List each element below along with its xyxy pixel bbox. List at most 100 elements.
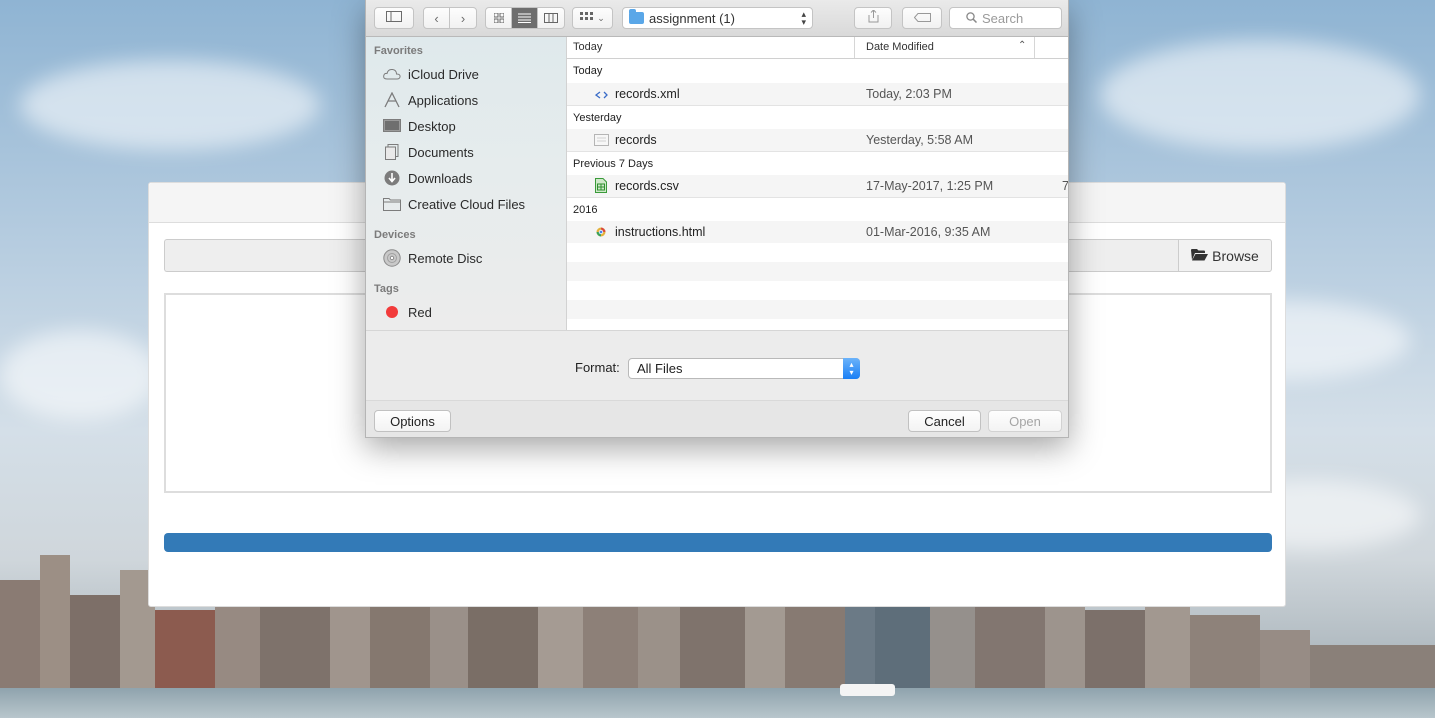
list-icon bbox=[518, 11, 531, 26]
sidebar-item-label: Documents bbox=[408, 144, 474, 160]
folder-icon bbox=[629, 9, 644, 24]
documents-icon bbox=[382, 144, 401, 160]
back-button[interactable]: ‹ bbox=[424, 8, 450, 28]
disc-icon bbox=[382, 249, 401, 267]
folder-open-icon bbox=[1191, 248, 1209, 264]
file-name: records.xml bbox=[615, 87, 680, 101]
nav-buttons: ‹ › bbox=[423, 7, 477, 29]
sidebar-item-label: Downloads bbox=[408, 170, 473, 186]
format-bar: Format: All Files ▴ ▾ bbox=[366, 330, 1068, 400]
search-icon bbox=[966, 11, 978, 26]
dialog-button-bar: Options Cancel Open bbox=[366, 400, 1068, 437]
sidebar-item-label: Creative Cloud Files bbox=[408, 196, 526, 212]
group-header: Today bbox=[567, 59, 1068, 83]
desktop-icon bbox=[382, 118, 401, 134]
sidebar-item-applications[interactable]: Applications bbox=[382, 89, 478, 111]
csv-file-icon bbox=[595, 178, 608, 193]
sidebar-item-desktop[interactable]: Desktop bbox=[382, 115, 456, 137]
file-date: 17-May-2017, 1:25 PM bbox=[866, 179, 994, 193]
cancel-button[interactable]: Cancel bbox=[908, 410, 981, 432]
group-header: Previous 7 Days bbox=[567, 151, 1068, 175]
arrange-button[interactable]: ⌄ bbox=[572, 7, 613, 29]
sidebar-item-label: iCloud Drive bbox=[408, 66, 479, 82]
file-row[interactable]: instructions.html 01-Mar-2016, 9:35 AM bbox=[567, 221, 1068, 243]
folder-icon bbox=[382, 196, 401, 212]
sidebar-item-downloads[interactable]: Downloads bbox=[382, 167, 472, 189]
river bbox=[0, 688, 1435, 718]
file-date: Yesterday, 5:58 AM bbox=[866, 133, 974, 147]
sidebar-item-label: Applications bbox=[408, 92, 479, 108]
sidebar-item-tag-red[interactable]: Red bbox=[382, 301, 432, 323]
xml-file-icon bbox=[594, 87, 608, 101]
updown-arrows-icon: ▴ ▾ bbox=[801, 9, 806, 27]
file-row[interactable]: records.xml Today, 2:03 PM bbox=[567, 83, 1068, 105]
icon-view-button[interactable] bbox=[486, 8, 512, 28]
file-name: records.csv bbox=[615, 179, 679, 193]
location-label: assignment (1) bbox=[649, 10, 735, 26]
chevron-down-icon: ⌄ bbox=[597, 12, 605, 23]
devices-header: Devices bbox=[374, 229, 416, 241]
sidebar-item-remote-disc[interactable]: Remote Disc bbox=[382, 247, 482, 269]
sidebar-icon bbox=[386, 11, 402, 25]
sidebar-item-label: Red bbox=[408, 304, 432, 320]
generic-file-icon bbox=[594, 134, 609, 148]
sidebar-toggle-button[interactable] bbox=[374, 7, 414, 29]
format-select[interactable]: All Files ▴ ▾ bbox=[628, 358, 860, 379]
list-view-button[interactable] bbox=[512, 8, 538, 28]
file-list: Today Date Modified ⌃ Today records.xml … bbox=[567, 37, 1069, 330]
format-value: All Files bbox=[637, 361, 683, 376]
forward-button[interactable]: › bbox=[450, 8, 476, 28]
html-file-icon bbox=[596, 226, 609, 240]
browse-button[interactable]: Browse bbox=[1178, 239, 1272, 272]
open-file-dialog: ‹ › ⌄ assignment (1) ▴ ▾ Search Favorite… bbox=[365, 0, 1069, 438]
column-header-date[interactable]: Date Modified bbox=[866, 41, 934, 53]
list-header: Today Date Modified ⌃ bbox=[567, 37, 1068, 59]
tags-header: Tags bbox=[374, 283, 399, 295]
options-button[interactable]: Options bbox=[374, 410, 451, 432]
sort-ascending-icon: ⌃ bbox=[1018, 40, 1027, 51]
file-row[interactable]: records Yesterday, 5:58 AM bbox=[567, 129, 1068, 151]
dialog-sidebar: Favorites iCloud Drive Applications Desk… bbox=[366, 37, 567, 330]
grid-icon bbox=[493, 11, 504, 26]
open-button[interactable]: Open bbox=[988, 410, 1062, 432]
search-field[interactable]: Search bbox=[949, 7, 1062, 29]
empty-row bbox=[567, 243, 1068, 262]
dialog-toolbar: ‹ › ⌄ assignment (1) ▴ ▾ Search bbox=[366, 0, 1068, 37]
column-view-button[interactable] bbox=[538, 8, 564, 28]
tag-icon bbox=[913, 11, 931, 25]
share-icon bbox=[868, 9, 879, 26]
chevron-left-icon: ‹ bbox=[434, 10, 439, 26]
boat bbox=[840, 684, 895, 696]
sidebar-item-documents[interactable]: Documents bbox=[382, 141, 474, 163]
empty-row bbox=[567, 300, 1068, 319]
empty-row bbox=[567, 262, 1068, 281]
view-mode-switch bbox=[485, 7, 565, 29]
format-label: Format: bbox=[575, 360, 620, 375]
tag-button[interactable] bbox=[902, 7, 942, 29]
file-size-truncated: 7( bbox=[1062, 179, 1069, 193]
file-date: Today, 2:03 PM bbox=[866, 87, 952, 101]
search-placeholder: Search bbox=[982, 10, 1024, 26]
file-date: 01-Mar-2016, 9:35 AM bbox=[866, 225, 991, 239]
column-header-name[interactable]: Today bbox=[573, 41, 602, 53]
share-button[interactable] bbox=[854, 7, 892, 29]
favorites-header: Favorites bbox=[374, 45, 423, 57]
file-name: instructions.html bbox=[615, 225, 706, 239]
updown-arrows-icon: ▴ ▾ bbox=[843, 358, 860, 379]
progress-bar bbox=[164, 533, 1272, 552]
downloads-icon bbox=[382, 170, 401, 186]
file-name: records bbox=[615, 133, 657, 147]
cloud-icon bbox=[382, 66, 401, 82]
chevron-right-icon: › bbox=[460, 10, 466, 26]
columns-icon bbox=[544, 11, 558, 26]
sidebar-item-label: Desktop bbox=[408, 118, 456, 134]
group-header: 2016 bbox=[567, 197, 1068, 221]
arrange-grid-icon bbox=[580, 11, 594, 25]
sidebar-item-icloud-drive[interactable]: iCloud Drive bbox=[382, 63, 479, 85]
file-row[interactable]: records.csv 17-May-2017, 1:25 PM 7( bbox=[567, 175, 1069, 197]
red-tag-dot-icon bbox=[386, 306, 398, 318]
sidebar-item-creative-cloud-files[interactable]: Creative Cloud Files bbox=[382, 193, 525, 215]
empty-row bbox=[567, 281, 1068, 300]
location-popup[interactable]: assignment (1) ▴ ▾ bbox=[622, 7, 813, 29]
applications-icon bbox=[382, 92, 401, 108]
